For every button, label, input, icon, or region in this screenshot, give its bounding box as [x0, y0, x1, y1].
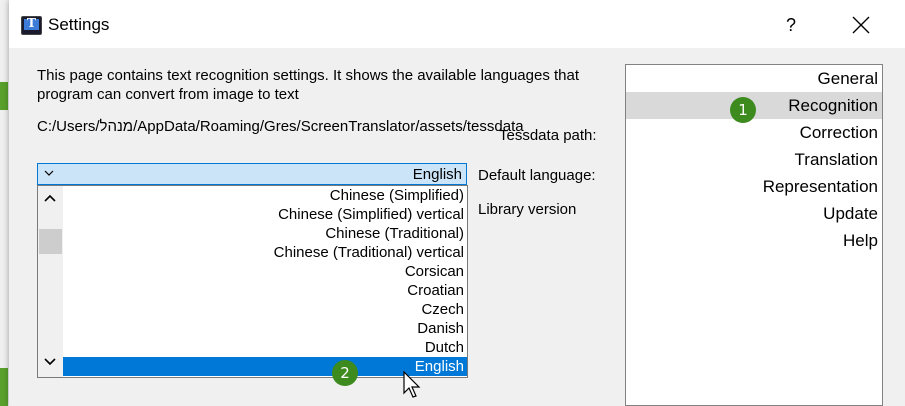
mouse-cursor-icon — [403, 371, 421, 398]
nav-item-correction[interactable]: Correction — [626, 119, 882, 146]
nav-item-help[interactable]: Help — [626, 227, 882, 254]
tessdata-path-label: Tessdata path: — [499, 127, 597, 144]
language-option[interactable]: Czech — [63, 300, 467, 319]
settings-dialog: T Settings ? This page contains text rec… — [9, 0, 905, 406]
language-option[interactable]: Chinese (Traditional) vertical — [63, 243, 467, 262]
language-option[interactable]: Chinese (Traditional) — [63, 224, 467, 243]
scroll-up-arrow-icon[interactable] — [44, 194, 56, 202]
window-title: Settings — [48, 15, 110, 34]
language-options: Chinese (Simplified) Chinese (Simplified… — [63, 186, 467, 376]
scroll-thumb[interactable] — [39, 229, 62, 254]
library-version-label: Library version — [478, 201, 577, 218]
language-option[interactable]: Danish — [63, 319, 467, 338]
close-icon — [852, 16, 870, 34]
background-green-strip — [0, 82, 8, 110]
page-description: This page contains text recognition sett… — [37, 67, 579, 103]
dropdown-scrollbar[interactable] — [38, 186, 63, 377]
scroll-down-arrow-icon[interactable] — [44, 358, 56, 366]
language-dropdown-list[interactable]: Chinese (Simplified) Chinese (Simplified… — [37, 185, 468, 378]
step-badge-2: 2 — [332, 360, 358, 386]
step-badge-1: 1 — [730, 97, 756, 123]
background-green-strip-bottom — [0, 368, 8, 406]
language-option[interactable]: Dutch — [63, 338, 467, 357]
nav-item-general[interactable]: General — [626, 65, 882, 92]
default-language-combobox[interactable]: English — [37, 163, 467, 185]
help-button[interactable]: ? — [773, 8, 809, 42]
default-language-value: English — [412, 166, 462, 183]
nav-item-update[interactable]: Update — [626, 200, 882, 227]
tessdata-path-value: C:/Users/מנהל/AppData/Roaming/Gres/Scree… — [37, 118, 524, 135]
chevron-down-icon — [44, 170, 54, 176]
language-option[interactable]: Chinese (Simplified) — [63, 186, 467, 205]
close-button[interactable] — [843, 8, 879, 42]
language-option[interactable]: Chinese (Simplified) vertical — [63, 205, 467, 224]
language-option[interactable]: Croatian — [63, 281, 467, 300]
nav-item-representation[interactable]: Representation — [626, 173, 882, 200]
default-language-label: Default language: — [478, 167, 596, 184]
app-icon: T — [21, 16, 42, 35]
nav-item-translation[interactable]: Translation — [626, 146, 882, 173]
language-option[interactable]: Corsican — [63, 262, 467, 281]
title-bar: T Settings ? — [9, 0, 905, 48]
